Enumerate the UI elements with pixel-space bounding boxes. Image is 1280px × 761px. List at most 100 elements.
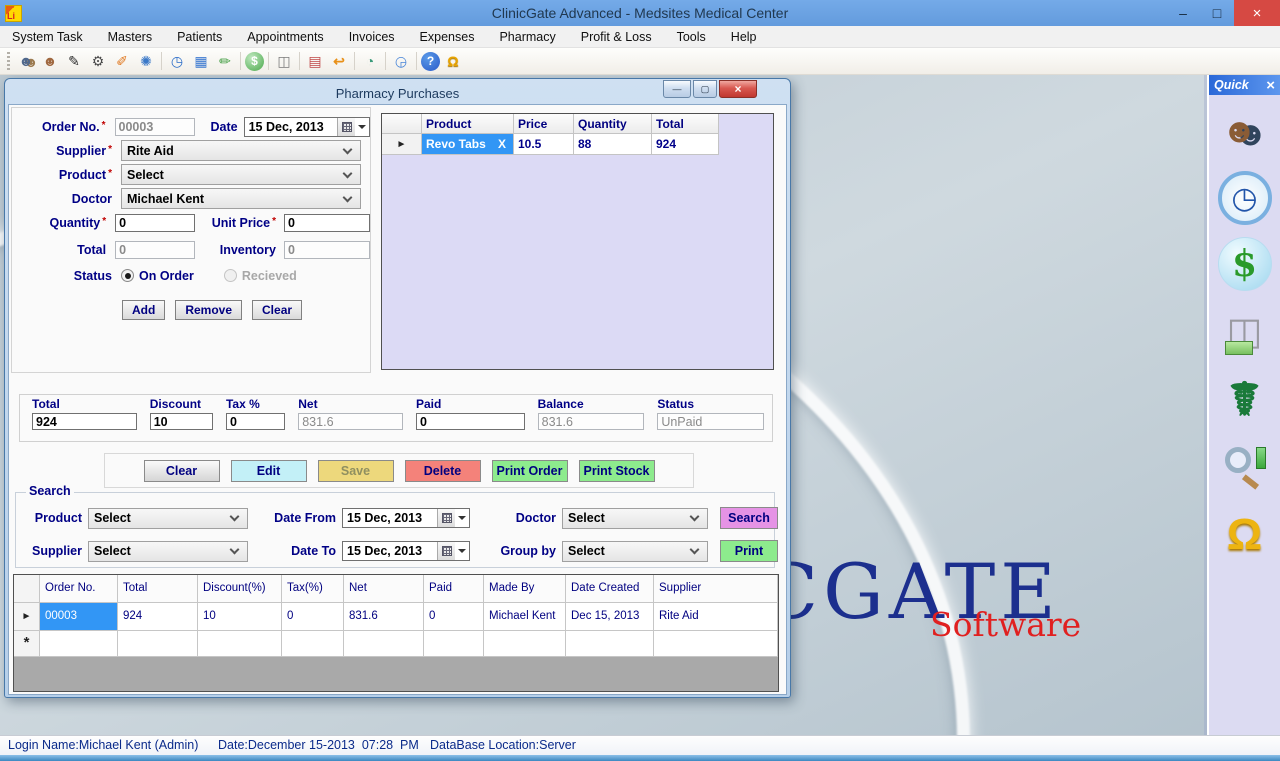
edit-button[interactable]: Edit bbox=[231, 460, 307, 482]
help-icon[interactable]: ? bbox=[421, 52, 440, 71]
column-header-made-by[interactable]: Made By bbox=[484, 575, 566, 603]
column-header-total[interactable]: Total bbox=[118, 575, 198, 603]
balance-field[interactable] bbox=[538, 413, 645, 430]
dialog-maximize-button[interactable]: ▢ bbox=[693, 80, 717, 98]
quick-panel-close-icon[interactable]: × bbox=[1266, 78, 1275, 93]
column-header-paid[interactable]: Paid bbox=[424, 575, 484, 603]
discount-field[interactable] bbox=[150, 413, 213, 430]
empty-cell[interactable] bbox=[484, 631, 566, 657]
patient-icon[interactable]: ☻ bbox=[39, 50, 61, 72]
menu-profit-loss[interactable]: Profit & Loss bbox=[581, 30, 652, 44]
restore-button[interactable]: □ bbox=[1200, 0, 1234, 26]
calendar-picker-icon[interactable] bbox=[437, 509, 455, 527]
date-dropdown-arrow[interactable] bbox=[458, 549, 466, 553]
tax-cell[interactable]: 0 bbox=[282, 603, 344, 631]
search-button[interactable]: Search bbox=[720, 507, 778, 529]
column-header-discount[interactable]: Discount(%) bbox=[198, 575, 282, 603]
column-header-price[interactable]: Price bbox=[514, 114, 574, 134]
row-selector-arrow[interactable]: ► bbox=[14, 603, 40, 631]
lab-icon[interactable]: ✺ bbox=[135, 50, 157, 72]
inventory-field[interactable] bbox=[284, 241, 370, 259]
column-header-product[interactable]: Product bbox=[422, 114, 514, 134]
print-button[interactable]: Print bbox=[720, 540, 778, 562]
empty-cell[interactable] bbox=[282, 631, 344, 657]
column-header-supplier[interactable]: Supplier bbox=[654, 575, 778, 603]
search-product-select[interactable]: Select bbox=[88, 508, 248, 529]
empty-cell[interactable] bbox=[118, 631, 198, 657]
menu-system-task[interactable]: System Task bbox=[12, 30, 83, 44]
received-radio[interactable] bbox=[224, 269, 237, 282]
undo-icon[interactable]: ↩ bbox=[328, 50, 350, 72]
empty-cell[interactable] bbox=[198, 631, 282, 657]
doctor-select[interactable]: Michael Kent bbox=[121, 188, 361, 209]
empty-cell[interactable] bbox=[654, 631, 778, 657]
net-cell[interactable]: 831.6 bbox=[344, 603, 424, 631]
search-supplier-select[interactable]: Select bbox=[88, 541, 248, 562]
payments-icon[interactable]: $ bbox=[245, 52, 264, 71]
items-grid-row[interactable]: ► Revo Tabs X 10.5 88 924 bbox=[382, 134, 773, 155]
calendar-picker-icon[interactable] bbox=[337, 118, 355, 136]
quick-payments-dollar-icon[interactable]: $ bbox=[1218, 237, 1272, 291]
menu-invoices[interactable]: Invoices bbox=[349, 30, 395, 44]
date-to-picker[interactable]: 15 Dec, 2013 bbox=[342, 541, 470, 561]
menu-pharmacy[interactable]: Pharmacy bbox=[499, 30, 555, 44]
quick-reminders-bell-icon[interactable]: Ω bbox=[1217, 507, 1273, 563]
group-by-select[interactable]: Select bbox=[562, 541, 708, 562]
column-header-tax[interactable]: Tax(%) bbox=[282, 575, 344, 603]
dialog-close-button[interactable]: × bbox=[719, 80, 757, 98]
unit-price-field[interactable] bbox=[284, 214, 370, 232]
remove-button[interactable]: Remove bbox=[175, 300, 242, 320]
empty-cell[interactable] bbox=[344, 631, 424, 657]
menu-help[interactable]: Help bbox=[731, 30, 757, 44]
clock-icon[interactable]: ◷ bbox=[166, 50, 188, 72]
date-from-picker[interactable]: 15 Dec, 2013 bbox=[342, 508, 470, 528]
total-cell[interactable]: 924 bbox=[652, 134, 719, 155]
total-cell[interactable]: 924 bbox=[118, 603, 198, 631]
column-header-order-no[interactable]: Order No. bbox=[40, 575, 118, 603]
dialog-minimize-button[interactable]: — bbox=[663, 80, 691, 98]
paid-field[interactable] bbox=[416, 413, 525, 430]
column-header-quantity[interactable]: Quantity bbox=[574, 114, 652, 134]
quick-patients-icon[interactable]: ☻ bbox=[1217, 103, 1273, 159]
empty-cell[interactable] bbox=[40, 631, 118, 657]
chart-icon[interactable]: ◔ bbox=[359, 50, 381, 72]
order-no-field[interactable] bbox=[115, 118, 195, 136]
register-icon[interactable]: ▤ bbox=[304, 50, 326, 72]
total-field[interactable] bbox=[32, 413, 137, 430]
clear-button[interactable]: Clear bbox=[144, 460, 220, 482]
calendar-icon[interactable]: ▦ bbox=[190, 50, 212, 72]
price-cell[interactable]: 10.5 bbox=[514, 134, 574, 155]
quick-pharmacy-icon[interactable]: ☤ bbox=[1217, 371, 1273, 427]
patients-group-icon[interactable]: ☻ bbox=[15, 50, 37, 72]
print-stock-button[interactable]: Print Stock bbox=[579, 460, 655, 482]
row-selector-arrow[interactable]: ► bbox=[382, 134, 422, 155]
product-cell[interactable]: Revo Tabs X bbox=[422, 134, 514, 155]
empty-cell[interactable] bbox=[424, 631, 484, 657]
injection-icon[interactable]: ✐ bbox=[111, 50, 133, 72]
menu-masters[interactable]: Masters bbox=[108, 30, 152, 44]
tax-field[interactable] bbox=[226, 413, 285, 430]
menu-expenses[interactable]: Expenses bbox=[420, 30, 475, 44]
orders-grid-row[interactable]: ► 00003 924 10 0 831.6 0 Michael Kent De… bbox=[14, 603, 778, 631]
minimize-button[interactable]: – bbox=[1166, 0, 1200, 26]
date-dropdown-arrow[interactable] bbox=[358, 125, 366, 129]
discount-cell[interactable]: 10 bbox=[198, 603, 282, 631]
on-order-radio[interactable] bbox=[121, 269, 134, 282]
menu-tools[interactable]: Tools bbox=[677, 30, 706, 44]
menu-appointments[interactable]: Appointments bbox=[247, 30, 323, 44]
search-doctor-select[interactable]: Select bbox=[562, 508, 708, 529]
empty-cell[interactable] bbox=[566, 631, 654, 657]
net-field[interactable] bbox=[298, 413, 403, 430]
menu-patients[interactable]: Patients bbox=[177, 30, 222, 44]
dialog-titlebar[interactable]: Pharmacy Purchases — ▢ × bbox=[8, 82, 787, 104]
column-header-total[interactable]: Total bbox=[652, 114, 719, 134]
close-button[interactable]: × bbox=[1234, 0, 1280, 26]
quantity-cell[interactable]: 88 bbox=[574, 134, 652, 155]
invoice-icon[interactable]: ✏ bbox=[214, 50, 236, 72]
product-select[interactable]: Select bbox=[121, 164, 361, 185]
add-button[interactable]: Add bbox=[122, 300, 165, 320]
calendar-picker-icon[interactable] bbox=[437, 542, 455, 560]
signature-icon[interactable]: ✎ bbox=[63, 50, 85, 72]
quick-appointments-clock-icon[interactable]: ◷ bbox=[1218, 171, 1272, 225]
line-total-field[interactable] bbox=[115, 241, 195, 259]
